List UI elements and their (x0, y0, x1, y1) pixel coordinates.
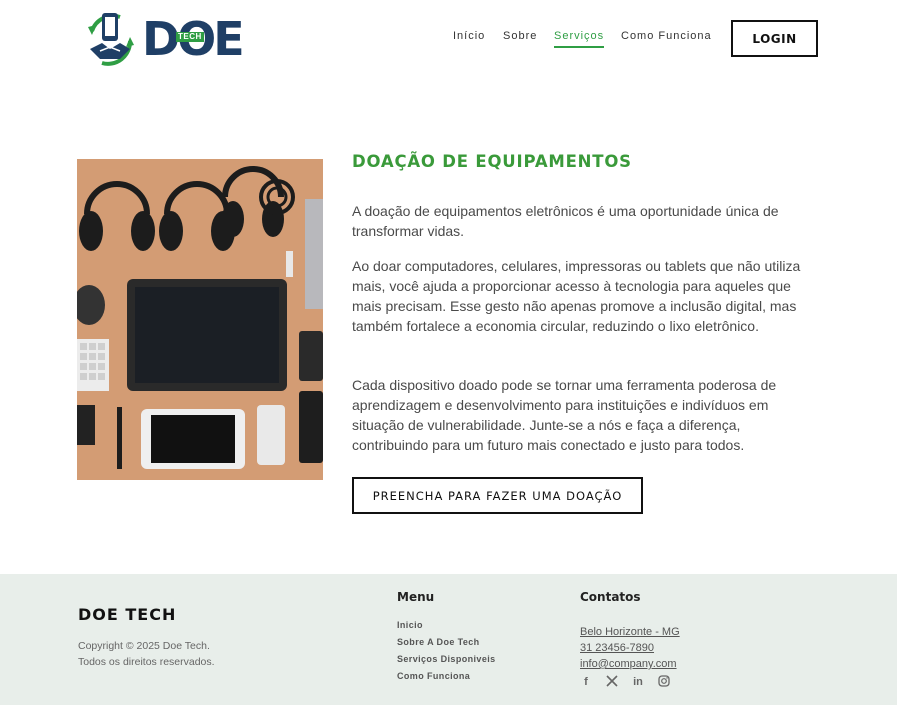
footer-link-inicio[interactable]: Inicio (397, 620, 423, 630)
x-icon[interactable] (605, 675, 619, 689)
footer-copyright: Copyright © 2025 Doe Tech. Todos os dire… (78, 638, 215, 670)
login-button[interactable]: LOGIN (731, 20, 818, 57)
linkedin-icon[interactable]: in (631, 675, 645, 689)
footer-brand: DOE TECH (78, 605, 177, 624)
nav-item-sobre[interactable]: Sobre (503, 30, 537, 42)
copyright-line-1: Copyright © 2025 Doe Tech. (78, 640, 210, 652)
nav-item-servicos[interactable]: Serviços (554, 30, 605, 48)
impact-paragraph: Cada dispositivo doado pode se tornar um… (352, 377, 777, 453)
contact-phone[interactable]: 31 23456-7890 (580, 642, 654, 654)
nav-item-inicio[interactable]: Início (453, 30, 485, 42)
logo-badge: TECH (176, 32, 204, 42)
instagram-logo-icon (658, 675, 670, 687)
nav-item-como-funciona[interactable]: Como Funciona (621, 30, 712, 42)
contact-location[interactable]: Belo Horizonte - MG (580, 626, 680, 638)
footer-contacts-heading: Contatos (580, 590, 641, 604)
footer-link-sobre[interactable]: Sobre A Doe Tech (397, 637, 480, 647)
copyright-line-2: Todos os direitos reservados. (78, 656, 215, 668)
equipment-photo (77, 159, 323, 480)
footer-link-servicos[interactable]: Serviços Disponiveis (397, 654, 496, 664)
intro-paragraph: A doação de equipamentos eletrônicos é u… (352, 203, 779, 239)
site-footer: DOE TECH Copyright © 2025 Doe Tech. Todo… (0, 574, 897, 705)
instagram-icon[interactable] (657, 675, 671, 689)
logo[interactable]: DOE TECH (80, 11, 245, 67)
footer-link-como-funciona[interactable]: Como Funciona (397, 671, 470, 681)
section-title: DOAÇÃO DE EQUIPAMENTOS (352, 152, 632, 171)
donation-form-button[interactable]: PREENCHA PARA FAZER UMA DOAÇÃO (352, 477, 643, 514)
contact-email[interactable]: info@company.com (580, 658, 677, 670)
equipment-flatlay-image (77, 159, 323, 480)
site-header: DOE TECH Início Sobre Serviços Como Func… (0, 0, 897, 80)
phone-handshake-icon (88, 13, 134, 66)
x-logo-icon (606, 675, 618, 687)
facebook-icon[interactable]: f (579, 675, 593, 689)
benefits-paragraph: Ao doar computadores, celulares, impress… (352, 258, 801, 334)
footer-menu-heading: Menu (397, 590, 435, 604)
